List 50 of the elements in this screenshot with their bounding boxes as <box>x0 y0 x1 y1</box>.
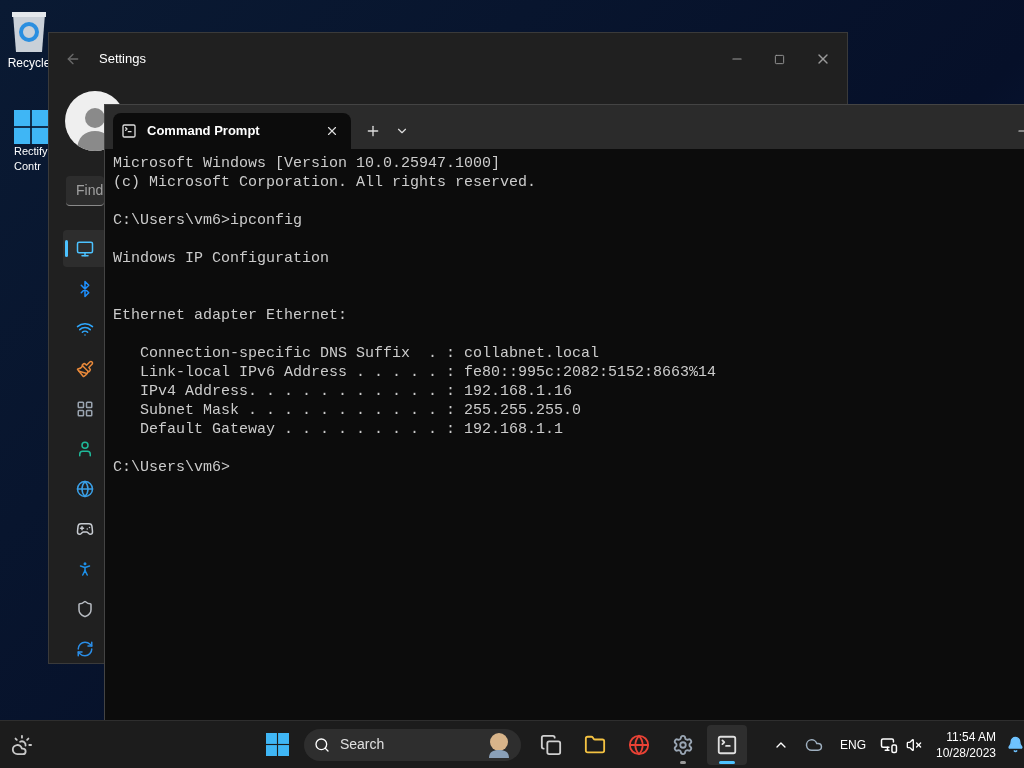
terminal-tab[interactable]: Command Prompt <box>113 113 351 149</box>
start-icon[interactable] <box>265 733 289 756</box>
desktop-icon-label: Contr <box>14 159 41 174</box>
nav-item[interactable] <box>63 230 107 267</box>
terminal-icon <box>716 733 739 756</box>
app-shortcut-icon[interactable] <box>14 110 48 144</box>
monitor-icon <box>76 239 94 258</box>
search-field[interactable]: Find <box>66 176 104 206</box>
language-indicator[interactable]: ENG <box>840 735 867 754</box>
search-icon <box>313 736 330 753</box>
running-indicator <box>680 760 687 764</box>
window-title: Settings <box>99 50 146 69</box>
console-line: C:\Users\vm6>ipconfig <box>113 211 304 230</box>
desktop-icon-label: Rectify <box>14 144 48 159</box>
figure-icon <box>487 731 512 758</box>
network-icon[interactable] <box>880 735 899 754</box>
console-line: Connection-specific DNS Suffix . : collabnet.local <box>139 344 601 363</box>
search-field[interactable]: Search <box>303 728 522 761</box>
selection-indicator <box>65 240 68 257</box>
console-line: Subnet Mask . . . . . . . . . . . : 255.255.255.0 <box>139 401 583 420</box>
settings-icon <box>672 733 695 756</box>
browser-icon <box>628 733 651 756</box>
console-line: IPv4 Address. . . . . . . . . . . : 192.168.1.16 <box>139 382 574 401</box>
console-line: Microsoft Windows [Version 10.0.25947.1000] <box>113 154 502 173</box>
console-line: Ethernet adapter Ethernet: <box>113 306 349 325</box>
folder-icon <box>584 733 607 756</box>
notification-icon[interactable] <box>1007 736 1024 753</box>
back-icon[interactable] <box>65 51 81 67</box>
cmd-icon <box>121 123 137 139</box>
close-icon[interactable] <box>325 124 339 138</box>
new-tab-icon[interactable] <box>365 123 381 139</box>
person-icon <box>76 439 94 458</box>
paintbrush-icon <box>76 359 94 378</box>
weather-icon[interactable] <box>11 733 33 756</box>
tab-title: Command Prompt <box>147 122 260 141</box>
console-line: Windows IP Configuration <box>113 249 331 268</box>
clock[interactable]: 11:54 AM 10/28/2023 <box>936 728 997 761</box>
console-line: Link-local IPv6 Address . . . . . : fe80::995c:2082:5152:8663%14 <box>139 363 718 382</box>
console-line: Default Gateway . . . . . . . . . : 192.168.1.1 <box>139 420 565 439</box>
task-view-icon <box>540 733 563 756</box>
apps-icon <box>76 399 94 418</box>
shield-icon <box>76 599 94 618</box>
recycle-bin-icon[interactable] <box>10 10 48 52</box>
console-line: C:\Users\vm6> <box>113 458 232 477</box>
taskbar-app[interactable] <box>707 724 748 765</box>
running-indicator <box>719 760 736 764</box>
sound-muted-icon[interactable] <box>906 736 922 753</box>
console-line: (c) Microsoft Corporation. All rights reserved. <box>113 173 538 192</box>
maximize-icon[interactable] <box>774 53 785 65</box>
update-icon <box>76 639 94 658</box>
